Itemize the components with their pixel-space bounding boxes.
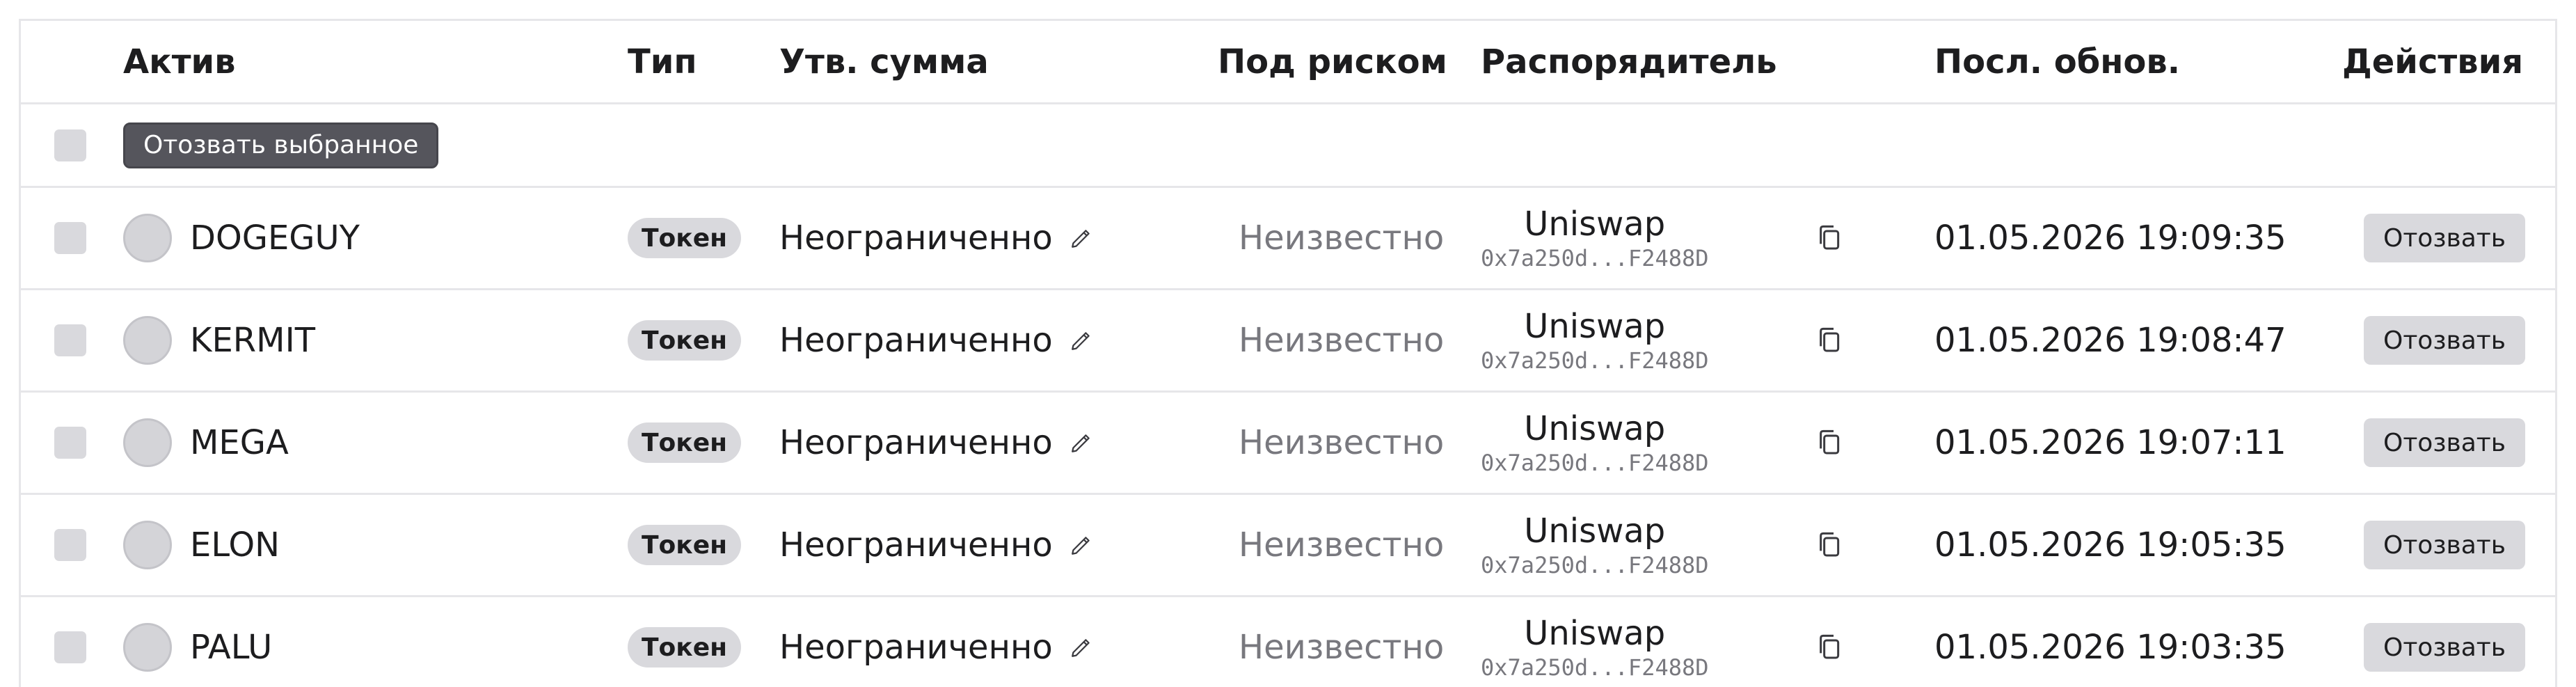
last-updated: 01.05.2026 19:09:35 (1934, 219, 2287, 258)
table-row: MEGA Токен Неограниченно Неизвестно Unis… (21, 393, 2555, 495)
row-checkbox[interactable] (54, 324, 86, 356)
column-header-amount[interactable]: Утв. сумма (779, 21, 989, 102)
asset-avatar (123, 418, 172, 467)
asset-avatar (123, 214, 172, 262)
select-all-checkbox[interactable] (54, 129, 86, 161)
column-header-spender[interactable]: Распорядитель (1481, 21, 1777, 102)
copy-icon[interactable] (1816, 427, 1844, 458)
approvals-table: Актив Тип Утв. сумма Под риском Распоряд… (19, 19, 2557, 687)
revoke-selected-button[interactable]: Отозвать выбранное (123, 122, 439, 168)
revoke-button[interactable]: Отозвать (2364, 521, 2525, 569)
risk-value: Неизвестно (1239, 423, 1445, 462)
table-row: DOGEGUY Токен Неограниченно Неизвестно U… (21, 188, 2555, 290)
last-updated: 01.05.2026 19:03:35 (1934, 628, 2287, 667)
column-header-asset[interactable]: Актив (123, 21, 236, 102)
spender-name[interactable]: Uniswap (1524, 409, 1665, 449)
column-header-updated[interactable]: Посл. обнов. (1934, 21, 2180, 102)
row-checkbox[interactable] (54, 529, 86, 561)
last-updated: 01.05.2026 19:05:35 (1934, 526, 2287, 564)
table-row: ELON Токен Неограниченно Неизвестно Unis… (21, 495, 2555, 597)
spender-name[interactable]: Uniswap (1524, 204, 1665, 244)
asset-name: PALU (190, 628, 273, 667)
spender-address: 0x7a250d...F2488D (1481, 552, 1709, 578)
copy-icon[interactable] (1816, 223, 1844, 253)
row-checkbox[interactable] (54, 631, 86, 663)
spender-address: 0x7a250d...F2488D (1481, 347, 1709, 374)
asset-avatar (123, 316, 172, 365)
spender-address: 0x7a250d...F2488D (1481, 245, 1709, 271)
type-badge: Токен (628, 320, 742, 361)
asset-name: ELON (190, 526, 280, 564)
row-checkbox[interactable] (54, 427, 86, 459)
asset-name: KERMIT (190, 321, 316, 360)
approved-amount: Неограниченно (779, 321, 1053, 360)
revoke-button[interactable]: Отозвать (2364, 316, 2525, 365)
asset-name: DOGEGUY (190, 219, 360, 258)
copy-icon[interactable] (1816, 632, 1844, 663)
row-checkbox[interactable] (54, 222, 86, 254)
pencil-icon[interactable] (1070, 533, 1093, 557)
table-row: PALU Токен Неограниченно Неизвестно Unis… (21, 597, 2555, 687)
risk-value: Неизвестно (1239, 526, 1445, 564)
column-header-risk[interactable]: Под риском (1218, 21, 1447, 102)
approved-amount: Неограниченно (779, 423, 1053, 462)
column-header-type[interactable]: Тип (628, 21, 697, 102)
pencil-icon[interactable] (1070, 226, 1093, 250)
approved-amount: Неограниченно (779, 219, 1053, 258)
last-updated: 01.05.2026 19:08:47 (1934, 321, 2287, 360)
risk-value: Неизвестно (1239, 628, 1445, 667)
spender-name[interactable]: Uniswap (1524, 613, 1665, 654)
revoke-button[interactable]: Отозвать (2364, 214, 2525, 262)
bulk-action-row: Отозвать выбранное (21, 104, 2555, 188)
asset-avatar (123, 623, 172, 672)
asset-avatar (123, 521, 172, 569)
approved-amount: Неограниченно (779, 628, 1053, 667)
table-row: KERMIT Токен Неограниченно Неизвестно Un… (21, 290, 2555, 393)
type-badge: Токен (628, 525, 742, 565)
spender-address: 0x7a250d...F2488D (1481, 450, 1709, 476)
type-badge: Токен (628, 423, 742, 463)
last-updated: 01.05.2026 19:07:11 (1934, 423, 2287, 462)
risk-value: Неизвестно (1239, 219, 1445, 258)
pencil-icon[interactable] (1070, 431, 1093, 455)
type-badge: Токен (628, 627, 742, 668)
column-header-actions: Действия (2342, 42, 2524, 81)
approved-amount: Неограниченно (779, 526, 1053, 564)
revoke-button[interactable]: Отозвать (2364, 418, 2525, 467)
pencil-icon[interactable] (1070, 635, 1093, 659)
spender-name[interactable]: Uniswap (1524, 511, 1665, 551)
pencil-icon[interactable] (1070, 329, 1093, 352)
revoke-button[interactable]: Отозвать (2364, 623, 2525, 672)
table-header: Актив Тип Утв. сумма Под риском Распоряд… (21, 21, 2555, 104)
copy-icon[interactable] (1816, 325, 1844, 356)
type-badge: Токен (628, 218, 742, 258)
risk-value: Неизвестно (1239, 321, 1445, 360)
spender-address: 0x7a250d...F2488D (1481, 654, 1709, 681)
spender-name[interactable]: Uniswap (1524, 306, 1665, 347)
copy-icon[interactable] (1816, 530, 1844, 560)
asset-name: MEGA (190, 423, 289, 462)
